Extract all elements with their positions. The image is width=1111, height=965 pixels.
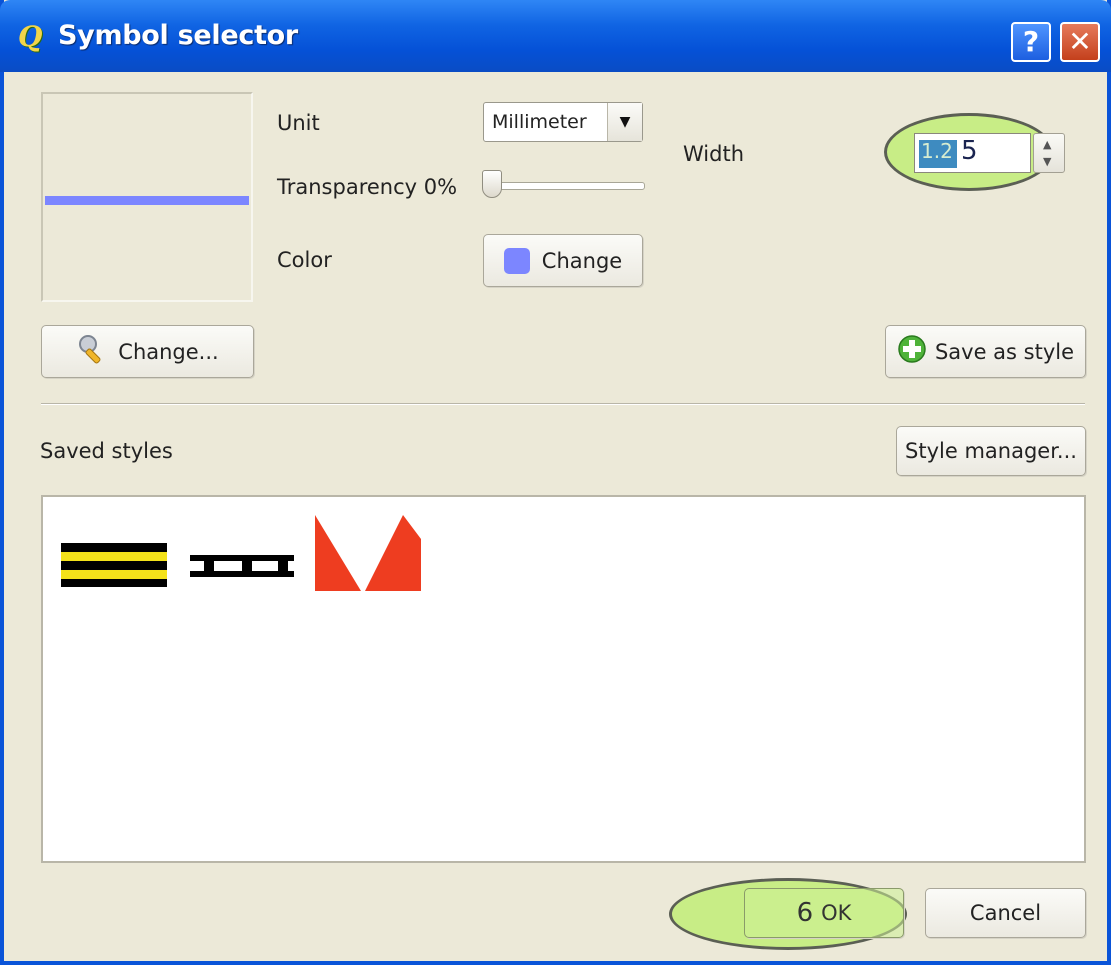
ok-label: OK	[821, 901, 852, 925]
save-as-style-button[interactable]: Save as style	[885, 325, 1086, 378]
color-label: Color	[277, 248, 332, 272]
plus-icon	[897, 334, 927, 369]
section-divider	[41, 403, 1085, 405]
title-bar: Q Symbol selector ? ✕	[0, 0, 1111, 72]
chevron-down-icon[interactable]: ▼	[607, 103, 642, 141]
symbol-selector-dialog: Q Symbol selector ? ✕ Change... Unit Mil…	[0, 0, 1111, 965]
style-manager-label: Style manager...	[905, 439, 1077, 463]
symbol-preview	[41, 92, 253, 302]
style-yellow-black-road[interactable]	[61, 543, 169, 593]
unit-value: Millimeter	[492, 111, 587, 133]
width-value: 1.2	[921, 139, 953, 163]
color-change-button[interactable]: Change	[483, 234, 643, 287]
preview-line	[45, 196, 249, 205]
width-input[interactable]: 1.2 5	[914, 133, 1031, 173]
style-black-rail[interactable]	[190, 555, 296, 583]
color-swatch	[503, 247, 530, 274]
saved-styles-label: Saved styles	[40, 439, 173, 463]
cancel-label: Cancel	[969, 901, 1042, 925]
unit-label: Unit	[277, 111, 320, 135]
width-typed-value: 5	[961, 136, 978, 166]
change-symbol-button[interactable]: Change...	[41, 325, 254, 378]
style-red-triangles[interactable]	[315, 515, 423, 597]
transparency-slider-handle[interactable]	[482, 170, 502, 198]
width-label: Width	[683, 142, 745, 166]
ok-button[interactable]: 6 OK	[744, 888, 904, 938]
close-button[interactable]: ✕	[1060, 22, 1100, 62]
help-button[interactable]: ?	[1011, 22, 1051, 62]
save-as-style-label: Save as style	[934, 339, 1075, 364]
spin-down-icon[interactable]: ▼	[1043, 155, 1051, 168]
dialog-title: Symbol selector	[58, 20, 298, 51]
qgis-logo-icon: Q	[18, 20, 43, 53]
color-change-label: Change	[541, 248, 623, 273]
ok-step-number: 6	[796, 898, 814, 928]
width-spinner[interactable]: ▲ ▼	[1033, 133, 1065, 173]
change-symbol-label: Change...	[118, 339, 219, 364]
cancel-button[interactable]: Cancel	[925, 888, 1086, 938]
unit-select[interactable]: Millimeter ▼	[483, 102, 643, 142]
style-manager-button[interactable]: Style manager...	[896, 426, 1086, 476]
spin-up-icon[interactable]: ▲	[1043, 138, 1051, 151]
transparency-slider-track[interactable]	[487, 182, 645, 190]
wrench-icon	[76, 332, 110, 371]
saved-styles-list[interactable]	[41, 495, 1086, 863]
transparency-label: Transparency 0%	[277, 175, 458, 199]
